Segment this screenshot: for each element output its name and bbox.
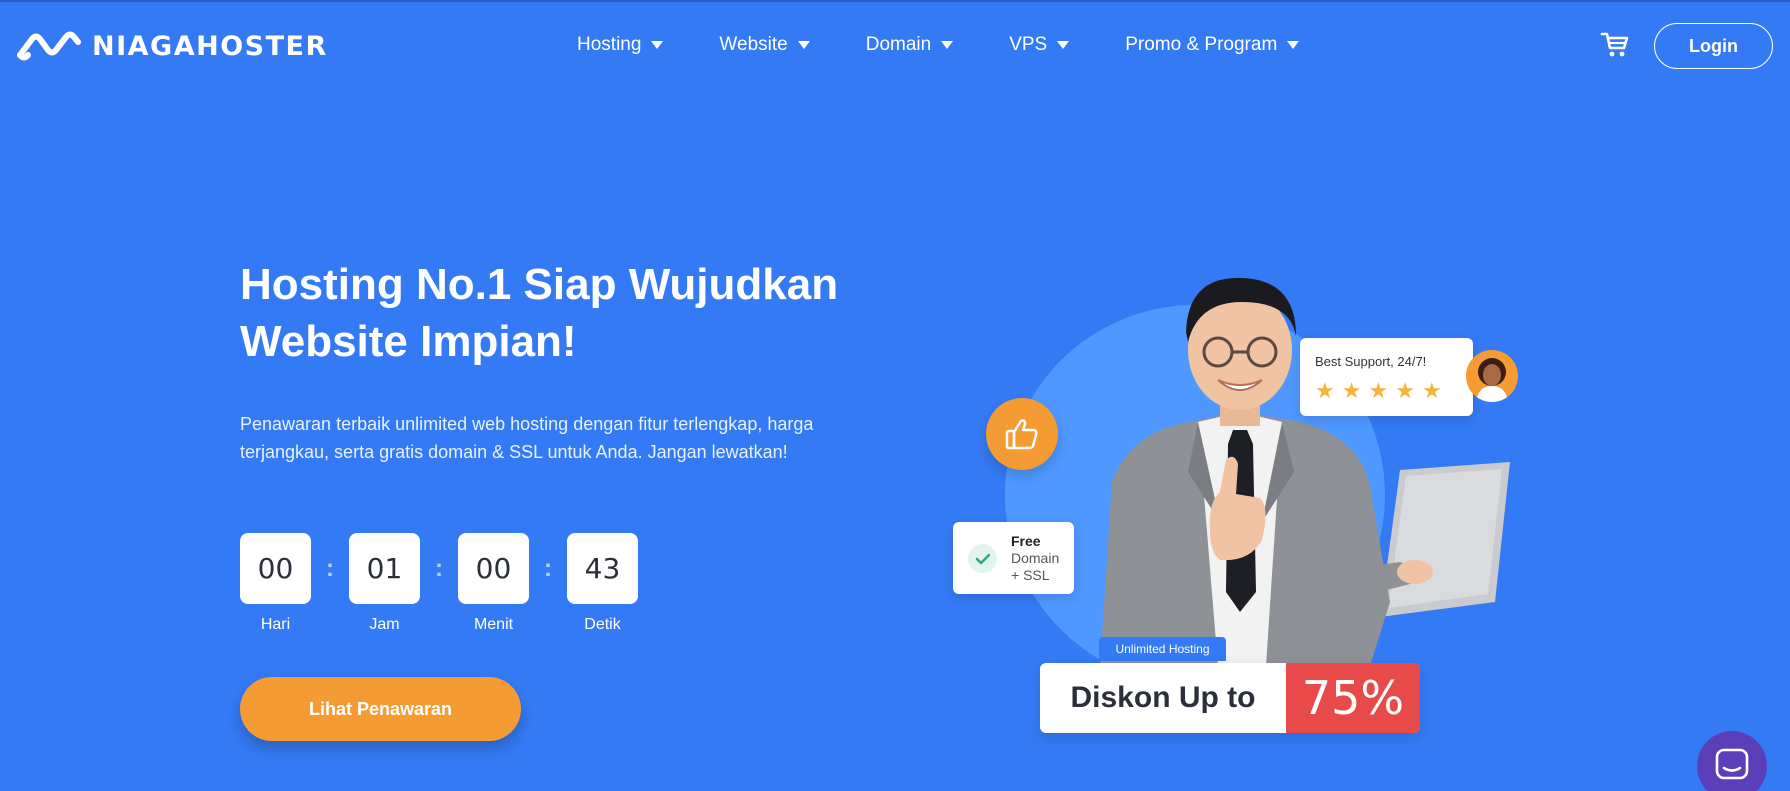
lihat-penawaran-button[interactable]: Lihat Penawaran	[240, 677, 521, 741]
thumbs-up-icon	[1005, 419, 1038, 450]
free-domain-ssl-card: Free Domain + SSL	[953, 522, 1074, 594]
countdown-seconds: 43 Detik	[567, 533, 638, 634]
discount-value: 75%	[1286, 663, 1420, 733]
top-border	[0, 0, 1790, 2]
support-card: Best Support, 24/7! ★ ★ ★ ★ ★	[1300, 338, 1473, 416]
nav-item-promo-program[interactable]: Promo & Program	[1125, 34, 1300, 56]
chat-widget-button[interactable]	[1697, 731, 1767, 791]
countdown-value: 00	[240, 533, 311, 604]
nav-item-label: Promo & Program	[1125, 34, 1278, 55]
caret-down-icon	[1287, 41, 1300, 49]
countdown-timer: 00 Hari : 01 Jam : 00 Menit : 43 Detik	[240, 533, 638, 634]
countdown-separator: :	[326, 554, 334, 582]
countdown-separator: :	[544, 554, 552, 582]
cart-icon[interactable]	[1600, 31, 1630, 59]
nav-item-website[interactable]: Website	[719, 34, 810, 56]
star-icon: ★	[1315, 378, 1335, 403]
hero-subtitle: Penawaran terbaik unlimited web hosting …	[240, 410, 870, 466]
rating-stars: ★ ★ ★ ★ ★	[1315, 380, 1442, 402]
nav-item-label: Website	[719, 34, 788, 55]
countdown-hours: 01 Jam	[349, 533, 420, 634]
businessman-with-laptop-illustration	[1100, 277, 1510, 666]
countdown-separator: :	[435, 554, 443, 582]
star-icon: ★	[1368, 378, 1389, 403]
countdown-value: 00	[458, 533, 529, 604]
hero-subtitle-line-2: terjangkau, serta gratis domain & SSL un…	[240, 442, 788, 462]
hero-title-line-2: Website Impian!	[240, 317, 577, 366]
nav-item-domain[interactable]: Domain	[865, 34, 954, 56]
nav-item-hosting[interactable]: Hosting	[577, 34, 664, 56]
countdown-label: Hari	[260, 616, 291, 633]
hero-subtitle-line-1: Penawaran terbaik unlimited web hosting …	[240, 414, 814, 434]
countdown-label: Jam	[369, 616, 400, 633]
free-card-line-1: Domain	[1011, 550, 1060, 566]
star-icon: ★	[1395, 378, 1415, 403]
brand-name: NIAGAHOSTER	[92, 30, 328, 62]
main-nav: Hosting Website Domain VPS Promo & Progr…	[577, 30, 1300, 60]
thumbs-up-badge	[986, 398, 1058, 470]
support-card-text: Best Support, 24/7!	[1315, 354, 1427, 369]
hero-title-line-1: Hosting No.1 Siap Wujudkan	[240, 260, 839, 309]
countdown-value: 43	[567, 533, 638, 604]
countdown-minutes: 00 Menit	[458, 533, 529, 634]
nav-item-label: Hosting	[577, 34, 642, 55]
countdown-value: 01	[349, 533, 420, 604]
chat-icon	[1715, 748, 1749, 780]
check-icon	[968, 544, 997, 573]
free-card-line-2: + SSL	[1011, 567, 1050, 583]
person-avatar-icon	[1466, 350, 1518, 402]
caret-down-icon	[651, 41, 664, 49]
caret-down-icon	[941, 41, 954, 49]
caret-down-icon	[1057, 41, 1070, 49]
nav-item-vps[interactable]: VPS	[1009, 34, 1070, 56]
discount-banner: Diskon Up to 75%	[1040, 663, 1420, 733]
caret-down-icon	[797, 41, 810, 49]
unlimited-hosting-tag: Unlimited Hosting	[1099, 637, 1226, 661]
brand-logo[interactable]: NIAGAHOSTER	[16, 29, 328, 63]
nav-item-label: VPS	[1009, 34, 1048, 55]
countdown-days: 00 Hari	[240, 533, 311, 634]
logo-wave-icon	[17, 31, 81, 61]
hero-title: Hosting No.1 Siap Wujudkan Website Impia…	[240, 256, 880, 370]
login-button[interactable]: Login	[1654, 23, 1773, 69]
star-icon: ★	[1341, 378, 1362, 403]
discount-label: Diskon Up to	[1070, 681, 1256, 714]
nav-item-label: Domain	[865, 34, 932, 55]
free-card-title: Free	[1011, 533, 1041, 549]
star-icon: ★	[1421, 378, 1442, 403]
countdown-label: Detik	[584, 616, 621, 633]
countdown-label: Menit	[473, 616, 514, 633]
support-avatar	[1466, 350, 1518, 402]
